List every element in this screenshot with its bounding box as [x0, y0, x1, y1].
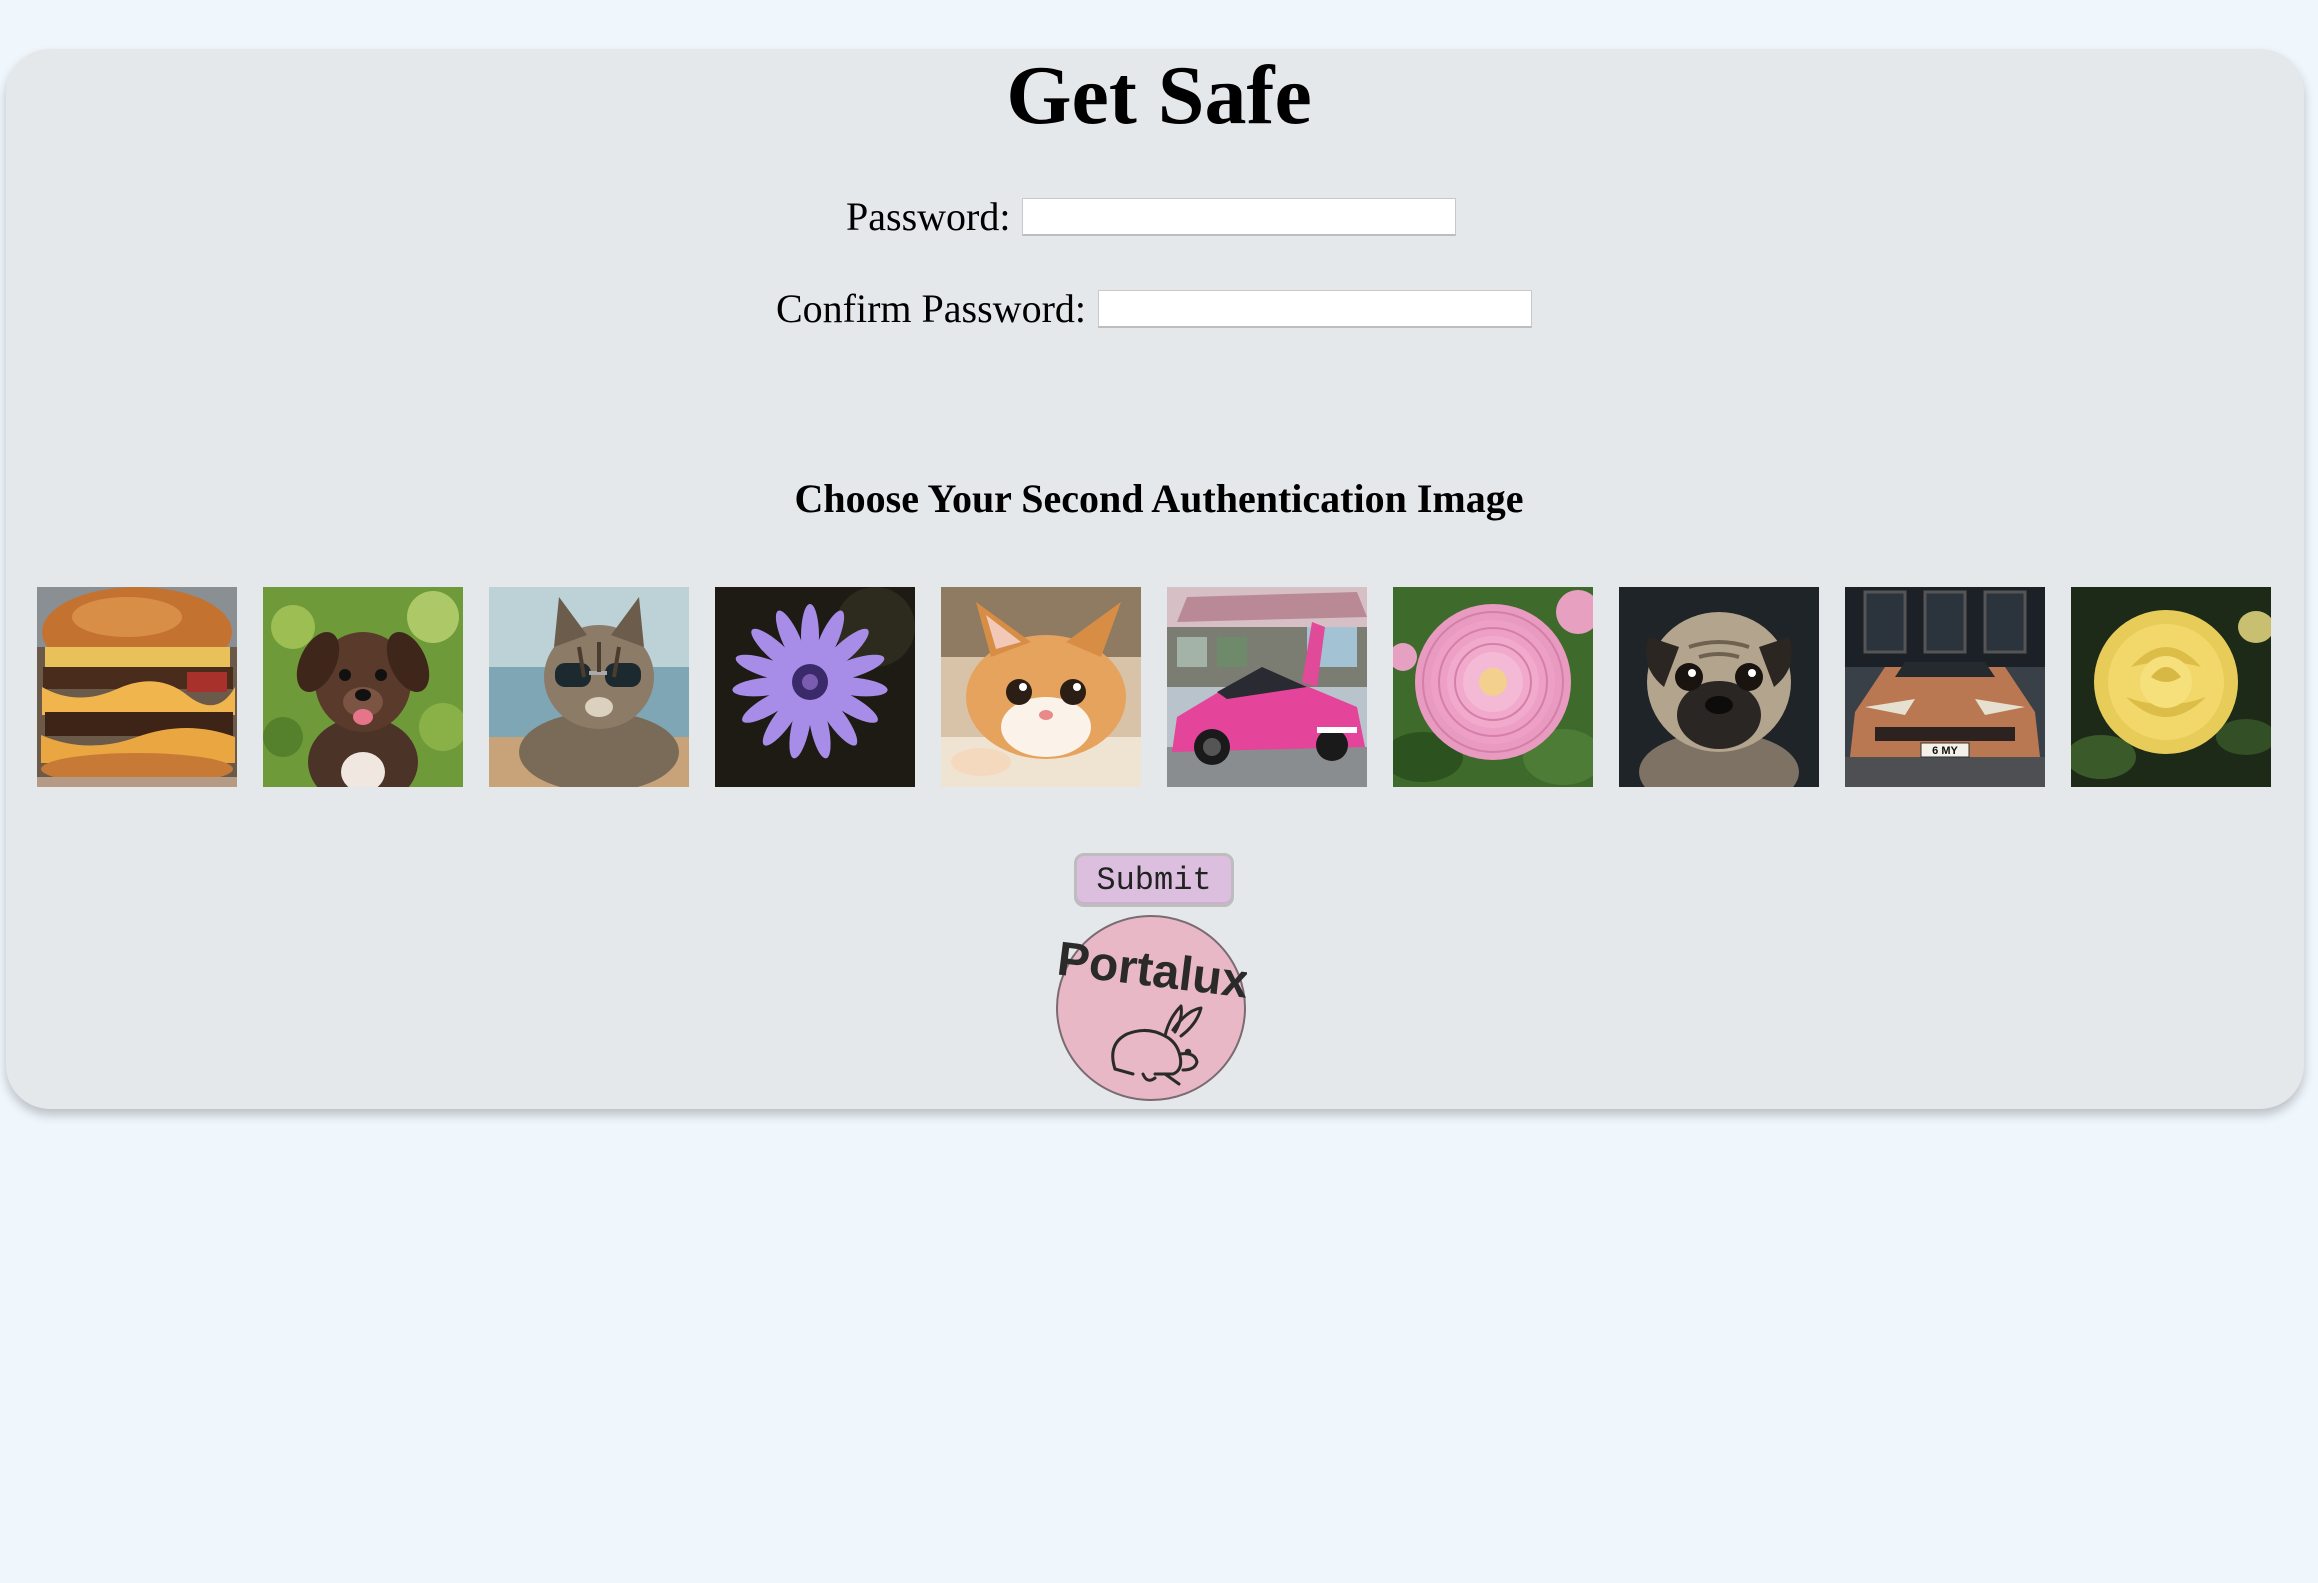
burger-image[interactable] — [37, 587, 237, 787]
portalux-logo: Portalux — [1054, 914, 1252, 1102]
pink-sports-car-image[interactable] — [1167, 587, 1367, 787]
page-title: Get Safe — [1006, 49, 1312, 142]
password-label: Password: — [846, 194, 1011, 239]
purple-flower-image[interactable] — [715, 587, 915, 787]
submit-button[interactable]: Submit — [1074, 853, 1234, 907]
cat-sunglasses-image[interactable] — [489, 587, 689, 787]
license-plate-text: 6 MY — [1932, 745, 1958, 757]
confirm-password-label: Confirm Password: — [776, 286, 1086, 331]
copper-sports-car-image[interactable]: 6 MY — [1845, 587, 2045, 787]
confirm-password-input[interactable] — [1098, 289, 1532, 328]
puppy-image[interactable] — [263, 587, 463, 787]
auth-image-gallery: 6 MY — [37, 587, 2271, 787]
password-input[interactable] — [1022, 197, 1457, 236]
auth-image-heading: Choose Your Second Authentication Image — [794, 476, 1524, 521]
pink-dahlia-image[interactable] — [1393, 587, 1593, 787]
kitten-image[interactable] — [941, 587, 1141, 787]
confirm-password-row: Confirm Password: — [776, 285, 1532, 332]
password-row: Password: — [846, 193, 1457, 240]
pug-image[interactable] — [1619, 587, 1819, 787]
yellow-rose-image[interactable] — [2071, 587, 2271, 787]
